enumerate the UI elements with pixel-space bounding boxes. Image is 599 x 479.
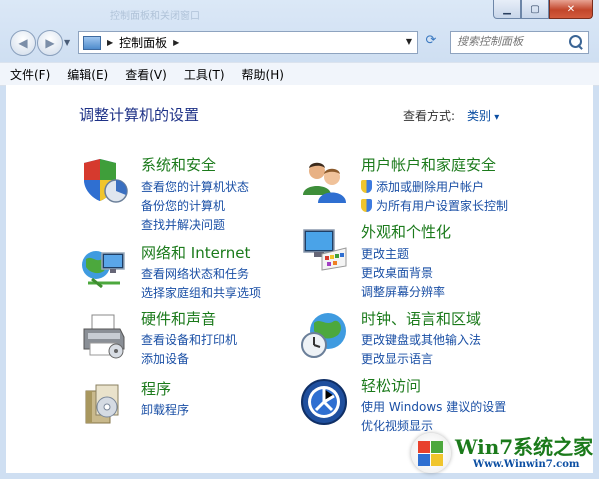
navigation-bar: ◀ ▶ ▼ ▶ 控制面板 ▶ ▼ ⟳ — [0, 28, 599, 58]
control-panel-icon — [83, 35, 101, 50]
link-change-background[interactable]: 更改桌面背景 — [361, 264, 433, 281]
link-view-computer-status[interactable]: 查看您的计算机状态 — [141, 178, 249, 195]
category-title[interactable]: 系统和安全 — [141, 154, 216, 175]
watermark-logo: Win7系统之家 Www.Winwin7.com — [403, 427, 599, 479]
watermark-url: Www.Winwin7.com — [473, 459, 580, 470]
menu-file[interactable]: 文件(F) — [10, 66, 50, 83]
window-title: 控制面板和关闭窗口 — [110, 11, 200, 22]
watermark-title: Win7系统之家 — [455, 435, 594, 459]
search-input[interactable] — [451, 32, 569, 51]
shield-computer-icon[interactable] — [80, 157, 128, 205]
ease-of-access-icon[interactable] — [300, 378, 348, 426]
forward-button[interactable]: ▶ — [37, 30, 63, 56]
breadcrumb-arrow-icon[interactable]: ▶ — [107, 38, 113, 47]
monitor-palette-icon[interactable] — [300, 224, 348, 272]
uac-shield-icon — [361, 180, 372, 193]
category-title[interactable]: 轻松访问 — [361, 375, 421, 396]
link-add-remove-user[interactable]: 添加或删除用户帐户 — [361, 178, 484, 195]
page-title: 调整计算机的设置 — [79, 106, 200, 124]
close-button[interactable]: ✕ — [549, 0, 593, 19]
menu-bar: 文件(F) 编辑(E) 查看(V) 工具(T) 帮助(H) — [0, 62, 599, 86]
category-title[interactable]: 时钟、语言和区域 — [361, 308, 481, 329]
control-panel-window: 控制面板和关闭窗口 ▁ ▢ ✕ ◀ ▶ ▼ ▶ 控制面板 ▶ ▼ ⟳ 文件(F)… — [0, 0, 599, 479]
category-title[interactable]: 用户帐户和家庭安全 — [361, 154, 496, 175]
link-find-fix-problems[interactable]: 查找并解决问题 — [141, 216, 225, 233]
content-pane: 调整计算机的设置 查看方式: 类别 系统和安全 查看您的计算机状态 备份您的计算… — [6, 85, 593, 473]
address-bar[interactable]: ▶ 控制面板 ▶ ▼ — [78, 31, 418, 54]
menu-tools[interactable]: 工具(T) — [184, 66, 225, 83]
link-screen-resolution[interactable]: 调整屏幕分辨率 — [361, 283, 445, 300]
view-by-label: 查看方式: — [403, 109, 456, 123]
globe-clock-icon[interactable] — [300, 311, 348, 359]
link-uninstall-program[interactable]: 卸载程序 — [141, 401, 189, 418]
title-bar[interactable]: 控制面板和关闭窗口 ▁ ▢ ✕ — [0, 0, 599, 26]
refresh-icon[interactable]: ⟳ — [420, 33, 442, 51]
category-title[interactable]: 网络和 Internet — [141, 242, 250, 263]
link-view-network-status[interactable]: 查看网络状态和任务 — [141, 265, 249, 282]
link-devices-printers[interactable]: 查看设备和打印机 — [141, 331, 237, 348]
category-title[interactable]: 外观和个性化 — [361, 221, 451, 242]
link-change-theme[interactable]: 更改主题 — [361, 245, 409, 262]
category-title[interactable]: 程序 — [141, 378, 171, 399]
caption-buttons: ▁ ▢ ✕ — [493, 0, 593, 19]
back-button[interactable]: ◀ — [10, 30, 36, 56]
link-windows-recommended-settings[interactable]: 使用 Windows 建议的设置 — [361, 398, 506, 415]
recent-pages-chevron-icon[interactable]: ▼ — [64, 38, 70, 47]
search-icon[interactable] — [569, 35, 582, 48]
link-change-input-method[interactable]: 更改键盘或其他输入法 — [361, 331, 481, 348]
link-change-display-language[interactable]: 更改显示语言 — [361, 350, 433, 367]
search-box[interactable] — [450, 31, 589, 54]
menu-help[interactable]: 帮助(H) — [242, 66, 284, 83]
link-text[interactable]: 添加或删除用户帐户 — [376, 180, 484, 194]
network-globe-icon[interactable] — [80, 245, 128, 293]
windows-flag-icon — [411, 433, 451, 473]
address-dropdown-icon[interactable]: ▼ — [406, 37, 412, 46]
breadcrumb-control-panel[interactable]: 控制面板 — [119, 34, 167, 51]
uac-shield-icon — [361, 199, 372, 212]
menu-view[interactable]: 查看(V) — [125, 66, 167, 83]
menu-edit[interactable]: 编辑(E) — [67, 66, 108, 83]
programs-box-icon[interactable] — [80, 381, 128, 429]
link-parental-controls[interactable]: 为所有用户设置家长控制 — [361, 197, 508, 214]
minimize-button[interactable]: ▁ — [493, 0, 521, 19]
users-icon[interactable] — [300, 157, 348, 205]
maximize-button[interactable]: ▢ — [521, 0, 549, 19]
link-backup-computer[interactable]: 备份您的计算机 — [141, 197, 225, 214]
link-add-device[interactable]: 添加设备 — [141, 350, 189, 367]
printer-icon[interactable] — [80, 311, 128, 359]
link-text[interactable]: 为所有用户设置家长控制 — [376, 199, 508, 213]
breadcrumb-arrow-icon[interactable]: ▶ — [173, 38, 179, 47]
category-title[interactable]: 硬件和声音 — [141, 308, 216, 329]
view-by-dropdown[interactable]: 类别 — [467, 107, 499, 124]
link-homegroup-sharing[interactable]: 选择家庭组和共享选项 — [141, 284, 261, 301]
